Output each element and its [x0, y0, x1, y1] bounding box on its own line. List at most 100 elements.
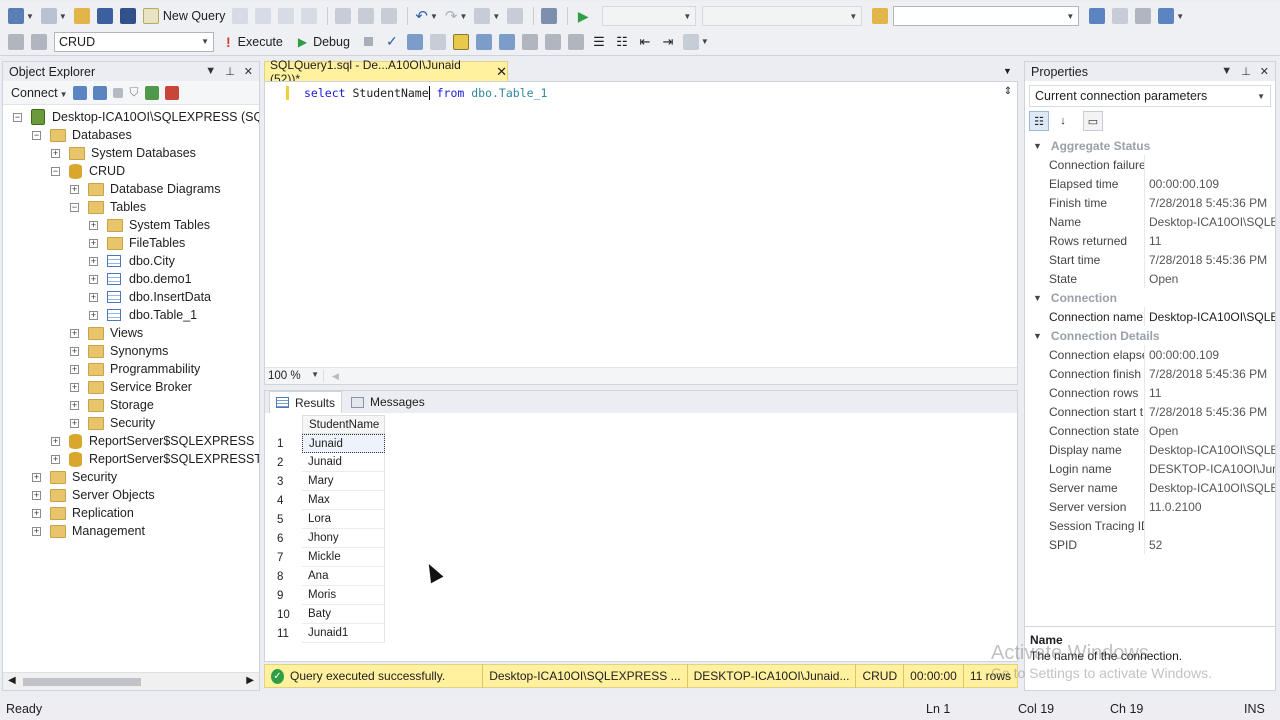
tree-node[interactable]: + dbo.City	[89, 252, 175, 270]
alphabetical-icon[interactable]: ↓	[1053, 111, 1073, 131]
start-debug-icon[interactable]: ▶	[573, 5, 593, 27]
navigate-backward-icon[interactable]: ▼	[472, 5, 502, 27]
stop-icon[interactable]	[113, 87, 124, 98]
tree-node[interactable]: + System Databases	[51, 144, 196, 162]
object-explorer-icon[interactable]	[1087, 5, 1107, 27]
property-row[interactable]: Name Desktop-ICA10OI\SQLEXPRESS	[1025, 212, 1275, 231]
filter-icon[interactable]: ⛉	[129, 85, 138, 100]
expand-icon[interactable]: +	[70, 184, 79, 194]
tree-node[interactable]: + Storage	[70, 396, 154, 414]
table-cell[interactable]: Jhony	[302, 529, 385, 548]
query-editor-tab[interactable]: SQLQuery1.sql - De...A10OI\Junaid (52))*…	[264, 58, 508, 86]
property-row[interactable]: Server version 11.0.2100	[1025, 497, 1275, 516]
column-header-studentname[interactable]: StudentName	[302, 415, 385, 434]
categorized-icon[interactable]: ☷	[1029, 111, 1049, 131]
copy-icon[interactable]	[356, 5, 376, 27]
property-row[interactable]: SPID 52	[1025, 535, 1275, 554]
expand-icon[interactable]: +	[89, 256, 98, 266]
property-row[interactable]: Connection rows 11	[1025, 383, 1275, 402]
expand-icon[interactable]: +	[89, 238, 98, 248]
property-row[interactable]: Elapsed time 00:00:00.109	[1025, 174, 1275, 193]
connect-dropdown[interactable]: Connect ▼	[11, 86, 67, 100]
tree-node[interactable]: − Desktop-ICA10OI\SQLEXPRESS (SQL Se	[13, 108, 259, 126]
collapse-icon[interactable]: −	[32, 130, 41, 140]
query-analysis-icon[interactable]	[253, 5, 273, 27]
solution-platform-combo[interactable]: ▼	[702, 6, 863, 26]
expand-icon[interactable]: +	[89, 292, 98, 302]
collapse-category-icon[interactable]: ▼	[1033, 293, 1042, 303]
expand-icon[interactable]: +	[32, 508, 41, 518]
panel-dropdown-icon[interactable]: ▼	[1221, 65, 1232, 78]
tree-node[interactable]: + Service Broker	[70, 378, 192, 396]
table-cell[interactable]: Junaid1	[302, 624, 385, 643]
table-cell[interactable]: Moris	[302, 586, 385, 605]
property-row[interactable]: Display name Desktop-ICA10OI\SQLEXPRESS	[1025, 440, 1275, 459]
comment-out-icon[interactable]: ☰	[589, 31, 609, 53]
results-to-text-icon[interactable]	[520, 31, 540, 53]
property-row[interactable]: Connection finish 7/28/2018 5:45:36 PM	[1025, 364, 1275, 383]
table-cell[interactable]: Max	[302, 491, 385, 510]
collapse-icon[interactable]: −	[51, 166, 60, 176]
sql-code-line[interactable]: select StudentName from dbo.Table_1	[304, 86, 547, 100]
debug-button[interactable]: ▶ Debug	[296, 31, 352, 53]
tree-node[interactable]: + ReportServer$SQLEXPRESSTemp	[51, 450, 259, 468]
properties-object-selector[interactable]: Current connection parameters ▼	[1029, 85, 1271, 107]
toolbox-icon[interactable]	[1133, 5, 1153, 27]
table-row[interactable]: 4 Max	[271, 491, 385, 510]
undo-icon[interactable]: ↶ ▼	[413, 5, 440, 27]
collapse-category-icon[interactable]: ▼	[1033, 141, 1042, 151]
table-row[interactable]: 9 Moris	[271, 586, 385, 605]
property-row[interactable]: Connection start t 7/28/2018 5:45:36 PM	[1025, 402, 1275, 421]
property-row[interactable]: Login name DESKTOP-ICA10OI\Junaid	[1025, 459, 1275, 478]
increase-indent-icon[interactable]: ⇥	[658, 31, 678, 53]
activity-monitor-icon[interactable]	[164, 85, 179, 100]
query-editor[interactable]: select StudentName from dbo.Table_1 ⇕ 10…	[264, 81, 1018, 385]
zoom-selector[interactable]: 100 % ▼	[268, 370, 324, 382]
collapse-category-icon[interactable]: ▼	[1033, 331, 1042, 341]
query-mdx-icon[interactable]	[276, 5, 296, 27]
query-designer-icon[interactable]	[428, 31, 448, 53]
redo-icon[interactable]: ↷ ▼	[443, 5, 470, 27]
tree-node[interactable]: + dbo.Table_1	[89, 306, 197, 324]
scrollbar-thumb[interactable]	[23, 678, 141, 686]
uncomment-icon[interactable]: ☷	[612, 31, 632, 53]
tree-node[interactable]: + FileTables	[89, 234, 185, 252]
table-cell[interactable]: Mickle	[302, 548, 385, 567]
query-db-engine-icon[interactable]	[230, 5, 250, 27]
close-tab-icon[interactable]: ✕	[496, 64, 507, 80]
property-row[interactable]: Start time 7/28/2018 5:45:36 PM	[1025, 250, 1275, 269]
close-icon[interactable]: ✕	[244, 65, 253, 78]
refresh-icon[interactable]	[144, 85, 159, 100]
editor-hscroll-left-icon[interactable]: ◀	[332, 371, 339, 382]
tree-node[interactable]: + Security	[70, 414, 155, 432]
tree-node[interactable]: + ReportServer$SQLEXPRESS	[51, 432, 254, 450]
scroll-left-icon[interactable]: ◀	[8, 675, 16, 686]
new-query-button[interactable]: New Query	[141, 5, 228, 27]
expand-icon[interactable]: +	[32, 472, 41, 482]
include-actual-plan-icon[interactable]	[474, 31, 494, 53]
property-category[interactable]: ▼ Aggregate Status	[1025, 136, 1275, 155]
new-project-icon[interactable]: ▼	[6, 5, 36, 27]
disconnect-icon[interactable]	[93, 85, 108, 100]
property-row[interactable]: Rows returned 11	[1025, 231, 1275, 250]
results-to-grid-icon[interactable]	[543, 31, 563, 53]
tab-results[interactable]: Results	[269, 391, 343, 413]
tree-node[interactable]: + Management	[32, 522, 145, 540]
navigate-forward-icon[interactable]	[505, 5, 525, 27]
property-row[interactable]: Finish time 7/28/2018 5:45:36 PM	[1025, 193, 1275, 212]
paste-icon[interactable]	[379, 5, 399, 27]
table-row[interactable]: 7 Mickle	[271, 548, 385, 567]
property-row[interactable]: Connection state Open	[1025, 421, 1275, 440]
property-row[interactable]: Connection failure	[1025, 155, 1275, 174]
table-row[interactable]: 1 Junaid	[271, 434, 385, 453]
results-to-file-icon[interactable]	[566, 31, 586, 53]
property-category[interactable]: ▼ Connection Details	[1025, 326, 1275, 345]
query-dmx-icon[interactable]	[299, 5, 319, 27]
connect-icon[interactable]	[6, 31, 26, 53]
tree-node[interactable]: + Security	[32, 468, 117, 486]
expand-icon[interactable]: +	[70, 364, 79, 374]
solution-config-combo[interactable]: ▼	[602, 6, 697, 26]
connect-object-explorer-icon[interactable]	[73, 85, 88, 100]
expand-icon[interactable]: +	[51, 454, 60, 464]
expand-icon[interactable]: +	[32, 490, 41, 500]
